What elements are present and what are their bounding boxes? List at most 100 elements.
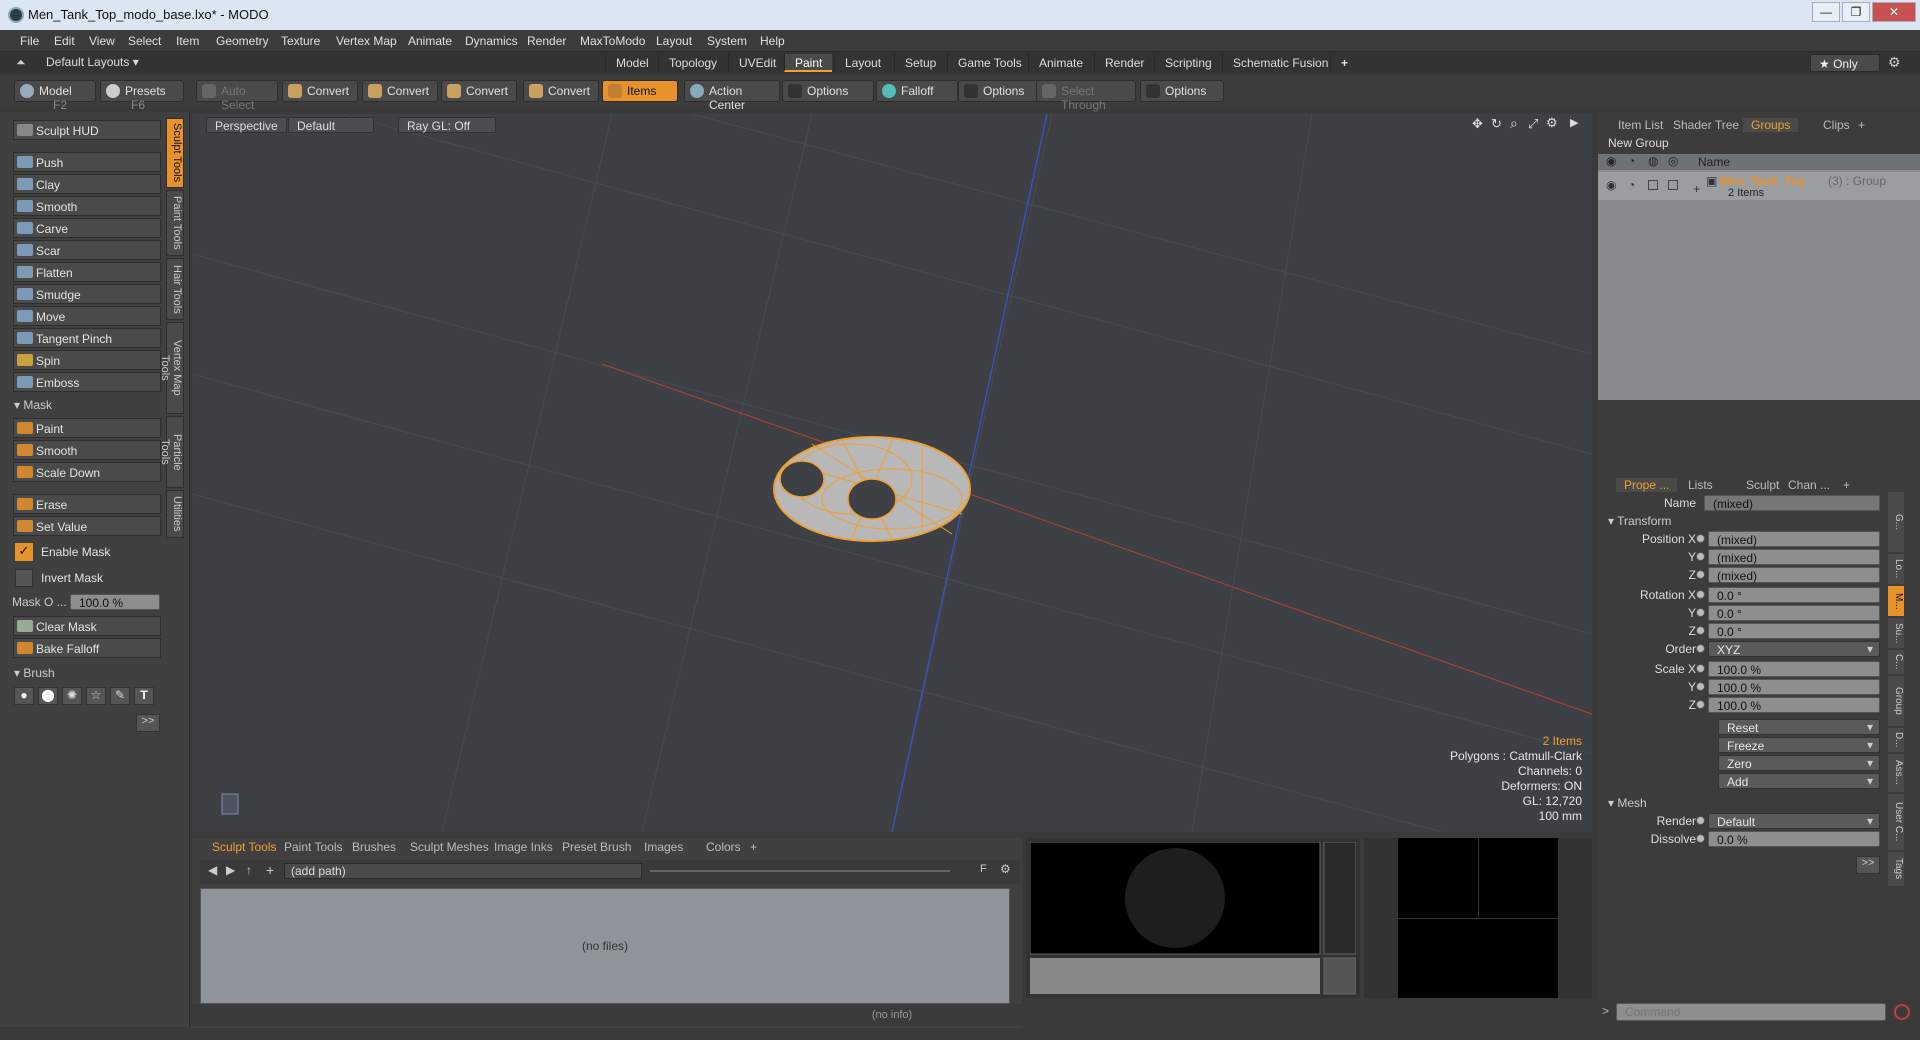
btab-image-inks[interactable]: Image Inks: [494, 840, 553, 854]
ptab-sculpt[interactable]: Sculpt: [1746, 478, 1779, 492]
tool-scar[interactable]: Scar: [13, 240, 161, 260]
raygl-toggle[interactable]: Ray GL: Off: [398, 117, 496, 133]
tab-game-tools[interactable]: Game Tools: [947, 54, 1032, 72]
close-button[interactable]: ✕: [1872, 2, 1916, 22]
shading-default-dropdown[interactable]: Default: [288, 117, 374, 133]
dissolve-key-dot[interactable]: [1696, 834, 1705, 843]
scale-x-field[interactable]: 100.0 %: [1708, 661, 1880, 677]
render-icon[interactable]: ◔: [1628, 154, 1635, 168]
tab-animate[interactable]: Animate: [1028, 54, 1093, 72]
rtab-shader-tree[interactable]: Shader Tree: [1673, 118, 1739, 132]
menu-help[interactable]: Help: [760, 34, 785, 48]
tool-spin[interactable]: Spin: [13, 350, 161, 370]
scale-y-key-dot[interactable]: [1696, 682, 1705, 691]
select-icon[interactable]: ◎: [1668, 154, 1678, 168]
ptab-properties[interactable]: Prope ...: [1616, 478, 1678, 492]
mask-set-value[interactable]: Set Value: [13, 516, 161, 536]
move-view-icon[interactable]: ✥: [1472, 116, 1483, 132]
position-x-field[interactable]: (mixed): [1708, 531, 1880, 547]
menu-vertex-map[interactable]: Vertex Map: [336, 34, 397, 48]
brush-soft-icon[interactable]: ●: [14, 687, 34, 705]
menu-edit[interactable]: Edit: [54, 34, 75, 48]
freeze-dropdown[interactable]: Freeze: [1718, 737, 1880, 753]
only-button[interactable]: ★ Only: [1810, 54, 1880, 72]
brush-section-header[interactable]: ▾ Brush: [14, 666, 55, 680]
tab-topology[interactable]: Topology: [658, 54, 727, 72]
mask-paint[interactable]: Paint: [13, 418, 161, 438]
new-group-button[interactable]: New Group: [1608, 136, 1858, 151]
3d-viewport[interactable]: Perspective Default Ray GL: Off ✥ ↻ ⌕ ⤢ …: [192, 114, 1592, 832]
tool-emboss[interactable]: Emboss: [13, 372, 161, 392]
menu-dynamics[interactable]: Dynamics: [465, 34, 518, 48]
tab-model[interactable]: Model: [605, 54, 659, 72]
menu-system[interactable]: System: [707, 34, 747, 48]
menu-item[interactable]: Item: [176, 34, 199, 48]
vtab-utilities[interactable]: Utilities: [166, 490, 184, 538]
vtab-sculpt-tools[interactable]: Sculpt Tools: [166, 118, 184, 188]
presets-button[interactable]: Presets F6: [100, 80, 184, 112]
rvtab-group[interactable]: Group: [1888, 676, 1904, 726]
options-button-1[interactable]: Options: [782, 80, 874, 102]
row-eye-icon[interactable]: ◉: [1606, 178, 1616, 192]
invert-mask-checkbox[interactable]: Invert Mask: [13, 568, 161, 588]
tool-smudge[interactable]: Smudge: [13, 284, 161, 304]
position-y-field[interactable]: (mixed): [1708, 549, 1880, 565]
rvtab-tags[interactable]: Tags: [1888, 852, 1904, 886]
default-layouts-dropdown[interactable]: Default Layouts ▾: [46, 55, 139, 69]
zoom-view-icon[interactable]: ⌕: [1510, 115, 1518, 132]
order-key-dot[interactable]: [1696, 644, 1705, 653]
tab-uvedit[interactable]: UVEdit: [728, 54, 786, 72]
tab-setup[interactable]: Setup: [894, 54, 946, 72]
tab-layout[interactable]: Layout: [834, 54, 891, 72]
add-dropdown[interactable]: Add: [1718, 773, 1880, 789]
render-key-dot[interactable]: [1696, 816, 1705, 825]
menu-select[interactable]: Select: [128, 34, 161, 48]
props-more-button[interactable]: >>: [1856, 856, 1880, 874]
tab-schematic-fusion[interactable]: Schematic Fusion: [1222, 54, 1338, 72]
scale-z-key-dot[interactable]: [1696, 700, 1705, 709]
btab-brushes[interactable]: Brushes: [352, 840, 396, 854]
minimize-button[interactable]: —: [1812, 2, 1840, 22]
zero-dropdown[interactable]: Zero: [1718, 755, 1880, 771]
btab-paint-tools[interactable]: Paint Tools: [284, 840, 342, 854]
scale-z-field[interactable]: 100.0 %: [1708, 697, 1880, 713]
gear-icon[interactable]: ⚙: [1888, 54, 1901, 71]
thumbnail-size-slider[interactable]: [650, 870, 950, 872]
action-center-button[interactable]: Action Center: [684, 80, 780, 112]
enable-mask-checkbox[interactable]: ✓ Enable Mask: [13, 542, 161, 562]
brush-star-icon[interactable]: ☆: [86, 687, 106, 705]
menu-texture[interactable]: Texture: [281, 34, 320, 48]
mask-erase[interactable]: Erase: [13, 494, 161, 514]
rvtab-ass[interactable]: Ass...: [1888, 754, 1904, 792]
scale-y-field[interactable]: 100.0 %: [1708, 679, 1880, 695]
name-column-header[interactable]: Name: [1698, 155, 1730, 169]
mask-section-header[interactable]: ▾ Mask: [14, 398, 52, 412]
btab-colors[interactable]: Colors: [706, 840, 741, 854]
path-dropdown[interactable]: (add path): [284, 863, 642, 879]
menu-geometry[interactable]: Geometry: [216, 34, 269, 48]
tool-smooth[interactable]: Smooth: [13, 196, 161, 216]
convert-button-1[interactable]: Convert: [282, 80, 358, 102]
dissolve-field[interactable]: 0.0 %: [1708, 831, 1880, 847]
items-button[interactable]: Items: [602, 80, 678, 102]
collapse-icon[interactable]: ⏶: [16, 55, 26, 70]
clear-mask-button[interactable]: Clear Mask: [13, 616, 161, 636]
btab-images[interactable]: Images: [644, 840, 683, 854]
vtab-particle-tools[interactable]: Particle Tools: [159, 416, 184, 488]
convert-button-3[interactable]: Convert: [441, 80, 517, 102]
tool-flatten[interactable]: Flatten: [13, 262, 161, 282]
rotation-z-field[interactable]: 0.0 °: [1708, 623, 1880, 639]
vtab-paint-tools[interactable]: Paint Tools: [166, 190, 184, 256]
rvtab-lo[interactable]: Lo...: [1888, 554, 1904, 584]
brush-splat-icon[interactable]: ✺: [62, 687, 82, 705]
menu-maxtomodo[interactable]: MaxToModo: [580, 34, 645, 48]
menu-view[interactable]: View: [89, 34, 115, 48]
brush-text-icon[interactable]: T: [134, 687, 154, 705]
tab-paint[interactable]: Paint: [784, 54, 833, 72]
view-cube-icon[interactable]: [221, 793, 239, 815]
select-through-button[interactable]: Select Through: [1036, 80, 1136, 112]
add-tab-button[interactable]: +: [1330, 54, 1358, 72]
rtab-add[interactable]: +: [1858, 118, 1865, 132]
name-field[interactable]: (mixed): [1704, 495, 1880, 511]
command-input[interactable]: [1616, 1003, 1886, 1021]
